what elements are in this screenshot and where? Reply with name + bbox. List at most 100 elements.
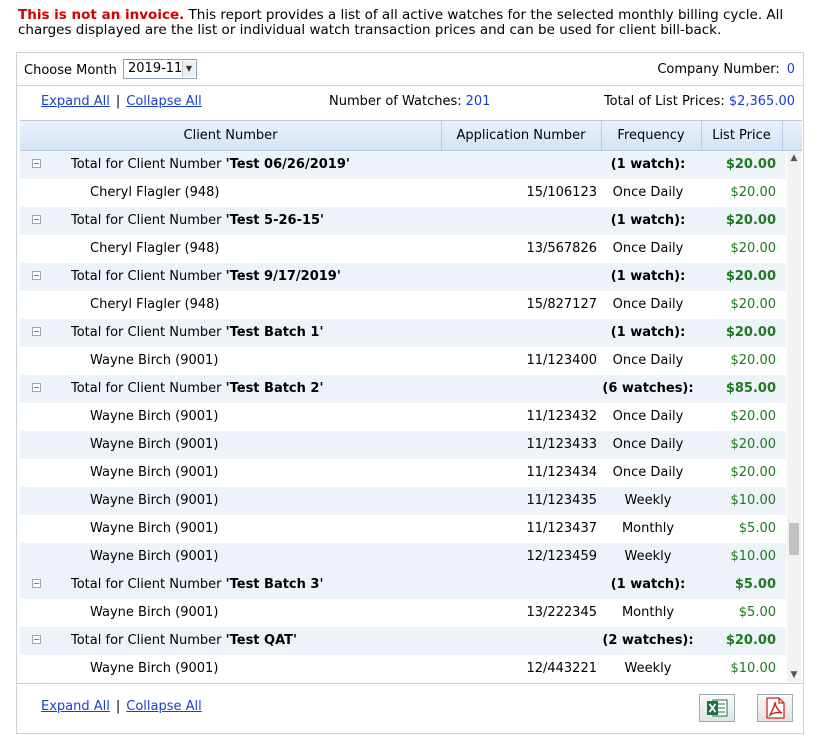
group-label-prefix: Total for Client Number bbox=[71, 157, 226, 172]
minus-square-icon[interactable]: − bbox=[32, 327, 41, 336]
minus-square-icon[interactable]: − bbox=[32, 635, 41, 644]
column-header-frequency[interactable]: Frequency bbox=[601, 121, 702, 150]
expand-all-link-bottom[interactable]: Expand All bbox=[41, 699, 110, 714]
row-list-price: $20.00 bbox=[730, 409, 777, 424]
row-application-number: 11/123437 bbox=[526, 521, 597, 536]
group-label: Total for Client Number 'Test QAT' bbox=[71, 627, 297, 655]
grid-scrollbar[interactable]: ▲ ▼ bbox=[787, 151, 801, 682]
excel-export-icon bbox=[707, 699, 728, 717]
row-application-number: 11/123434 bbox=[526, 465, 597, 480]
company-number: Company Number: 0 bbox=[657, 62, 795, 77]
report-notice: This is not an invoice. This report prov… bbox=[18, 8, 818, 38]
row-application-number: 11/123435 bbox=[526, 493, 597, 508]
row-frequency: Once Daily bbox=[612, 353, 684, 368]
row-client: Cheryl Flagler (948) bbox=[90, 241, 220, 256]
collapse-all-link[interactable]: Collapse All bbox=[126, 94, 202, 109]
row-list-price: $5.00 bbox=[738, 521, 776, 536]
row-client: Wayne Birch (9001) bbox=[90, 549, 219, 564]
chevron-down-icon[interactable]: ▼ bbox=[182, 61, 195, 77]
company-number-value: 0 bbox=[786, 62, 795, 77]
row-application-number: 15/827127 bbox=[526, 297, 597, 312]
group-label-prefix: Total for Client Number bbox=[71, 577, 226, 592]
group-row: − Total for Client Number 'Test Batch 3' (… bbox=[20, 571, 786, 599]
table-row[interactable]: Wayne Birch (9001) 12/123459 Weekly $10.00 bbox=[20, 543, 786, 571]
row-application-number: 12/123459 bbox=[526, 549, 597, 564]
group-client-name: 'Test 5-26-15' bbox=[225, 213, 325, 228]
watch-count-label: Number of Watches: bbox=[329, 94, 462, 109]
minus-square-icon[interactable]: − bbox=[32, 579, 41, 588]
month-select-value: 2019-11 bbox=[128, 61, 183, 76]
total-list-value: $2,365.00 bbox=[728, 94, 795, 109]
row-client: Wayne Birch (9001) bbox=[90, 661, 219, 676]
group-label: Total for Client Number 'Test 5-26-15' bbox=[71, 207, 324, 235]
row-client: Wayne Birch (9001) bbox=[90, 493, 219, 508]
expand-all-link[interactable]: Expand All bbox=[41, 94, 110, 109]
group-total-price: $20.00 bbox=[725, 325, 776, 340]
group-label: Total for Client Number 'Test 06/26/2019… bbox=[71, 151, 350, 179]
table-row[interactable]: Wayne Birch (9001) 11/123435 Weekly $10.00 bbox=[20, 487, 786, 515]
group-label-prefix: Total for Client Number bbox=[71, 325, 226, 340]
table-row[interactable]: Wayne Birch (9001) 11/123400 Once Daily $20… bbox=[20, 347, 786, 375]
collapse-all-link-bottom[interactable]: Collapse All bbox=[126, 699, 202, 714]
column-header-client[interactable]: Client Number bbox=[20, 121, 442, 150]
minus-square-icon[interactable]: − bbox=[32, 383, 41, 392]
group-row: − Total for Client Number 'Test 5-26-15' (… bbox=[20, 207, 786, 235]
row-application-number: 13/567826 bbox=[526, 241, 597, 256]
row-list-price: $5.00 bbox=[738, 605, 776, 620]
row-frequency: Weekly bbox=[624, 661, 672, 676]
link-separator: | bbox=[115, 94, 121, 109]
group-row: − Total for Client Number 'Test 06/26/201… bbox=[20, 151, 786, 179]
group-total-price: $20.00 bbox=[725, 213, 776, 228]
row-frequency: Weekly bbox=[624, 493, 672, 508]
group-client-name: 'Test QAT' bbox=[225, 633, 297, 648]
table-row[interactable]: Wayne Birch (9001) 11/123434 Once Daily $20… bbox=[20, 459, 786, 487]
export-pdf-button[interactable] bbox=[757, 694, 793, 722]
row-frequency: Once Daily bbox=[612, 465, 684, 480]
row-frequency: Once Daily bbox=[612, 241, 684, 256]
row-list-price: $20.00 bbox=[730, 437, 777, 452]
scroll-down-icon[interactable]: ▼ bbox=[787, 668, 801, 682]
group-total-price: $20.00 bbox=[725, 269, 776, 284]
table-row[interactable]: Wayne Birch (9001) 11/123432 Once Daily $20… bbox=[20, 403, 786, 431]
group-label: Total for Client Number 'Test Batch 1' bbox=[71, 319, 323, 347]
group-client-name: 'Test Batch 1' bbox=[225, 325, 324, 340]
month-select[interactable]: 2019-11 ▼ bbox=[123, 59, 197, 79]
group-label-prefix: Total for Client Number bbox=[71, 381, 226, 396]
link-separator-bottom: | bbox=[115, 699, 121, 714]
row-list-price: $10.00 bbox=[730, 661, 777, 676]
scroll-thumb[interactable] bbox=[789, 523, 799, 555]
scroll-up-icon[interactable]: ▲ bbox=[787, 151, 801, 165]
minus-square-icon[interactable]: − bbox=[32, 159, 41, 168]
group-watch-count: (1 watch): bbox=[610, 325, 686, 340]
company-number-label: Company Number: bbox=[657, 62, 780, 77]
table-row[interactable]: Cheryl Flagler (948) 15/106123 Once Daily $… bbox=[20, 179, 786, 207]
table-row[interactable]: Wayne Birch (9001) 12/443221 Weekly $10.00 bbox=[20, 655, 786, 682]
table-row[interactable]: Cheryl Flagler (948) 13/567826 Once Daily $… bbox=[20, 235, 786, 263]
group-watch-count: (1 watch): bbox=[610, 577, 686, 592]
table-row[interactable]: Wayne Birch (9001) 11/123433 Once Daily $20… bbox=[20, 431, 786, 459]
column-header-list-price[interactable]: List Price bbox=[701, 121, 783, 150]
group-total-price: $85.00 bbox=[725, 381, 776, 396]
row-application-number: 11/123400 bbox=[526, 353, 597, 368]
table-row[interactable]: Cheryl Flagler (948) 15/827127 Once Daily $… bbox=[20, 291, 786, 319]
expand-collapse-top: Expand All | Collapse All bbox=[41, 94, 202, 109]
watch-report-panel: Choose Month 2019-11 ▼ Company Number: 0 … bbox=[16, 52, 804, 734]
choose-month-label: Choose Month bbox=[24, 63, 117, 78]
column-header-application[interactable]: Application Number bbox=[441, 121, 602, 150]
group-total-price: $5.00 bbox=[734, 577, 776, 592]
table-row[interactable]: Wayne Birch (9001) 13/222345 Monthly $5.00 bbox=[20, 599, 786, 627]
minus-square-icon[interactable]: − bbox=[32, 271, 41, 280]
filter-bar: Choose Month 2019-11 ▼ Company Number: 0 bbox=[17, 53, 803, 86]
total-list-prices: Total of List Prices: $2,365.00 bbox=[604, 94, 795, 109]
row-list-price: $20.00 bbox=[730, 465, 777, 480]
table-row[interactable]: Wayne Birch (9001) 11/123437 Monthly $5.00 bbox=[20, 515, 786, 543]
total-list-label: Total of List Prices: bbox=[603, 94, 725, 109]
row-list-price: $20.00 bbox=[730, 297, 777, 312]
group-label: Total for Client Number 'Test 9/17/2019' bbox=[71, 263, 341, 291]
row-application-number: 11/123432 bbox=[526, 409, 597, 424]
export-excel-button[interactable] bbox=[699, 694, 735, 722]
row-application-number: 11/123433 bbox=[526, 437, 597, 452]
row-frequency: Weekly bbox=[624, 549, 672, 564]
row-application-number: 12/443221 bbox=[526, 661, 597, 676]
minus-square-icon[interactable]: − bbox=[32, 215, 41, 224]
